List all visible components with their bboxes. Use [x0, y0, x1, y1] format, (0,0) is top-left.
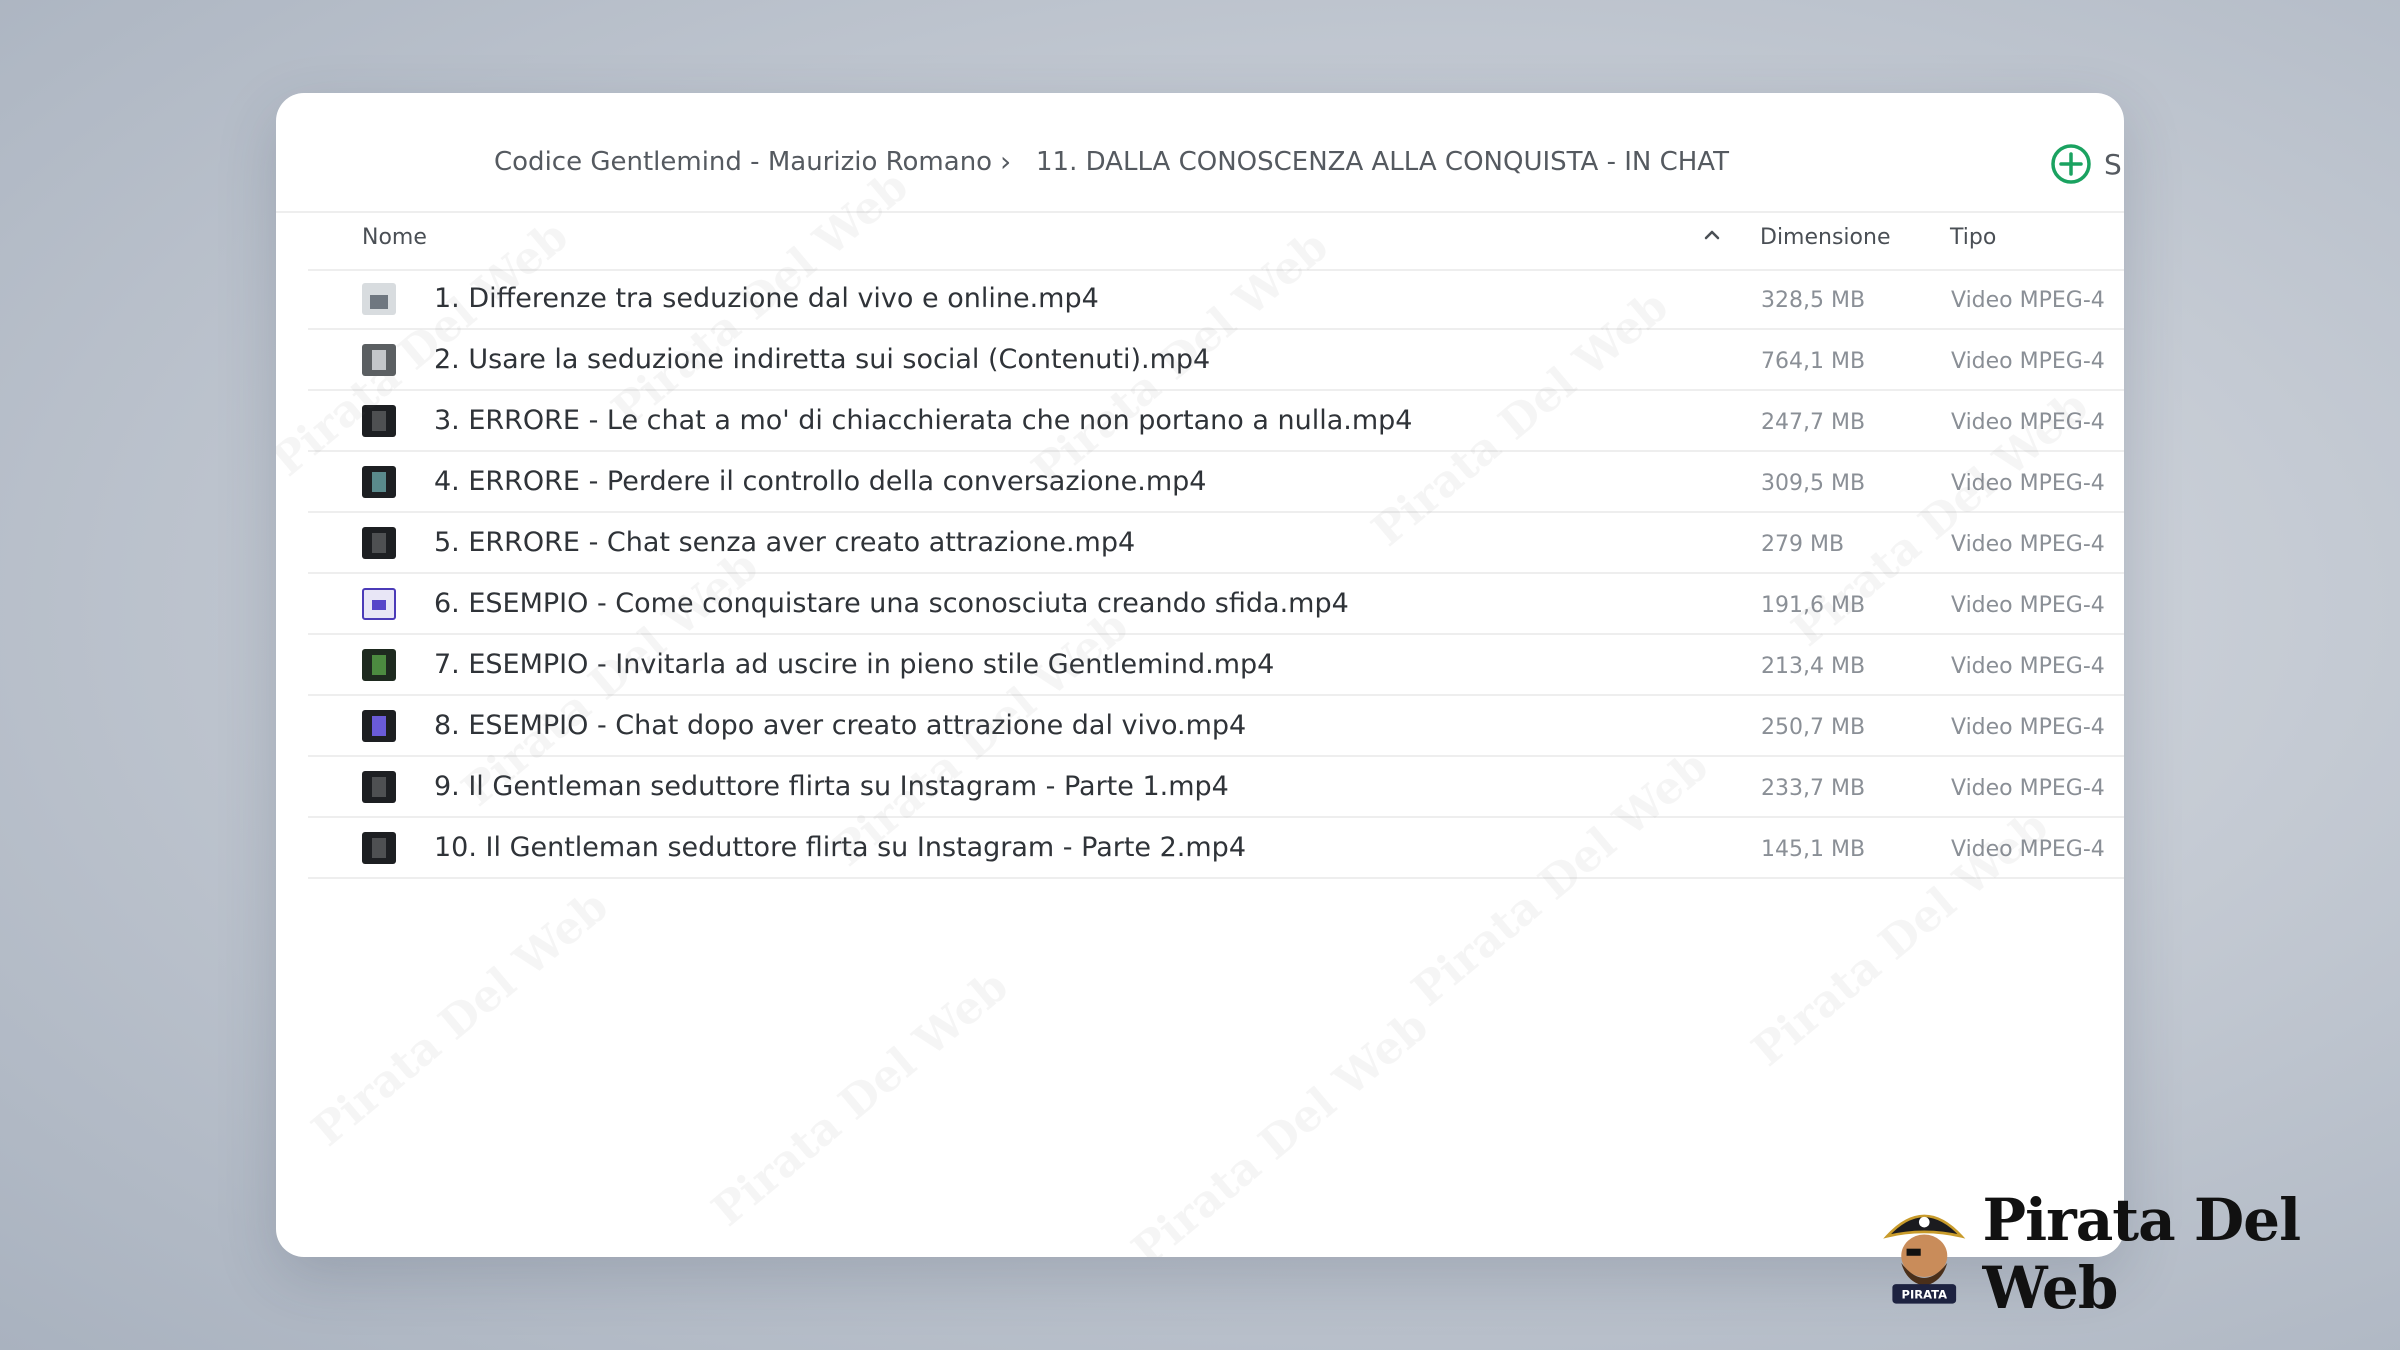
file-type: Video MPEG-4: [1951, 471, 2105, 496]
file-size: 145,1 MB: [1761, 837, 1866, 862]
table-row[interactable]: 5. ERRORE - Chat senza aver creato attra…: [308, 513, 2124, 574]
file-type: Video MPEG-4: [1951, 288, 2105, 313]
logo-badge-text: PIRATA: [1902, 1287, 1948, 1301]
table-row[interactable]: 1. Differenze tra seduzione dal vivo e o…: [308, 269, 2124, 330]
table-row[interactable]: 7. ESEMPIO - Invitarla ad uscire in pien…: [308, 635, 2124, 696]
watermark: Pirata Del Web: [302, 880, 618, 1157]
column-header-type[interactable]: Tipo: [1950, 227, 1996, 249]
column-header-size[interactable]: Dimensione: [1760, 227, 1890, 249]
file-size: 764,1 MB: [1761, 349, 1866, 374]
file-browser-window: Codice Gentlemind - Maurizio Romano › 11…: [276, 93, 2124, 1257]
table-header: Nome Dimensione Tipo: [308, 211, 2124, 271]
file-size: 233,7 MB: [1761, 776, 1866, 801]
file-size: 328,5 MB: [1761, 288, 1866, 313]
breadcrumb-item-current[interactable]: 11. DALLA CONOSCENZA ALLA CONQUISTA - IN…: [1036, 149, 1729, 175]
file-size: 247,7 MB: [1761, 410, 1866, 435]
watermark: Pirata Del Web: [702, 960, 1018, 1237]
file-name: 9. Il Gentleman seduttore flirta su Inst…: [434, 771, 1229, 802]
pirate-mascot-icon: PIRATA: [1883, 1214, 1966, 1304]
table-row[interactable]: 4. ERRORE - Perdere il controllo della c…: [308, 452, 2124, 513]
table-row[interactable]: 3. ERRORE - Le chat a mo' di chiacchiera…: [308, 391, 2124, 452]
pirata-del-web-logo: PIRATA Pirata Del Web: [1880, 1186, 2400, 1322]
file-type: Video MPEG-4: [1951, 837, 2105, 862]
video-thumbnail-icon: [362, 771, 396, 803]
breadcrumb-separator: ›: [1000, 145, 1012, 178]
file-name: 5. ERRORE - Chat senza aver creato attra…: [434, 527, 1136, 558]
table-row[interactable]: 9. Il Gentleman seduttore flirta su Inst…: [308, 757, 2124, 818]
plus-circle-icon: [2051, 144, 2091, 184]
breadcrumb-item-parent[interactable]: Codice Gentlemind - Maurizio Romano: [494, 149, 992, 175]
file-type: Video MPEG-4: [1951, 593, 2105, 618]
file-type: Video MPEG-4: [1951, 715, 2105, 740]
file-size: 213,4 MB: [1761, 654, 1866, 679]
file-list: 1. Differenze tra seduzione dal vivo e o…: [308, 269, 2124, 879]
file-name: 8. ESEMPIO - Chat dopo aver creato attra…: [434, 710, 1247, 741]
file-name: 10. Il Gentleman seduttore flirta su Ins…: [434, 832, 1247, 863]
video-thumbnail-icon: [362, 588, 396, 620]
video-thumbnail-icon: [362, 527, 396, 559]
logo-text: Pirata Del Web: [1982, 1186, 2302, 1322]
video-thumbnail-icon: [362, 405, 396, 437]
file-name: 4. ERRORE - Perdere il controllo della c…: [434, 466, 1207, 497]
file-size: 279 MB: [1761, 532, 1845, 557]
video-thumbnail-icon: [362, 466, 396, 498]
file-name: 7. ESEMPIO - Invitarla ad uscire in pien…: [434, 649, 1275, 680]
sort-ascending-button[interactable]: [1702, 225, 1722, 250]
video-thumbnail-icon: [362, 832, 396, 864]
file-type: Video MPEG-4: [1951, 776, 2105, 801]
file-name: 1. Differenze tra seduzione dal vivo e o…: [434, 283, 1099, 314]
file-name: 6. ESEMPIO - Come conquistare una sconos…: [434, 588, 1349, 619]
table-row[interactable]: 10. Il Gentleman seduttore flirta su Ins…: [308, 818, 2124, 879]
file-size: 191,6 MB: [1761, 593, 1866, 618]
file-name: 2. Usare la seduzione indiretta sui soci…: [434, 344, 1211, 375]
table-row[interactable]: 6. ESEMPIO - Come conquistare una sconos…: [308, 574, 2124, 635]
video-thumbnail-icon: [362, 283, 396, 315]
table-row[interactable]: 8. ESEMPIO - Chat dopo aver creato attra…: [308, 696, 2124, 757]
file-type: Video MPEG-4: [1951, 349, 2105, 374]
watermark: Pirata Del Web: [1122, 1000, 1438, 1257]
file-size: 250,7 MB: [1761, 715, 1866, 740]
video-thumbnail-icon: [362, 710, 396, 742]
column-header-name[interactable]: Nome: [362, 227, 427, 249]
file-size: 309,5 MB: [1761, 471, 1866, 496]
file-name: 3. ERRORE - Le chat a mo' di chiacchiera…: [434, 405, 1413, 436]
video-thumbnail-icon: [362, 344, 396, 376]
file-type: Video MPEG-4: [1951, 654, 2105, 679]
table-row[interactable]: 2. Usare la seduzione indiretta sui soci…: [308, 330, 2124, 391]
chevron-up-icon: [1704, 230, 1720, 240]
file-type: Video MPEG-4: [1951, 410, 2105, 435]
new-button-label: S: [2104, 147, 2122, 181]
new-button[interactable]: S: [2050, 143, 2122, 185]
file-type: Video MPEG-4: [1951, 532, 2105, 557]
video-thumbnail-icon: [362, 649, 396, 681]
breadcrumb: Codice Gentlemind - Maurizio Romano › 11…: [276, 93, 2124, 213]
